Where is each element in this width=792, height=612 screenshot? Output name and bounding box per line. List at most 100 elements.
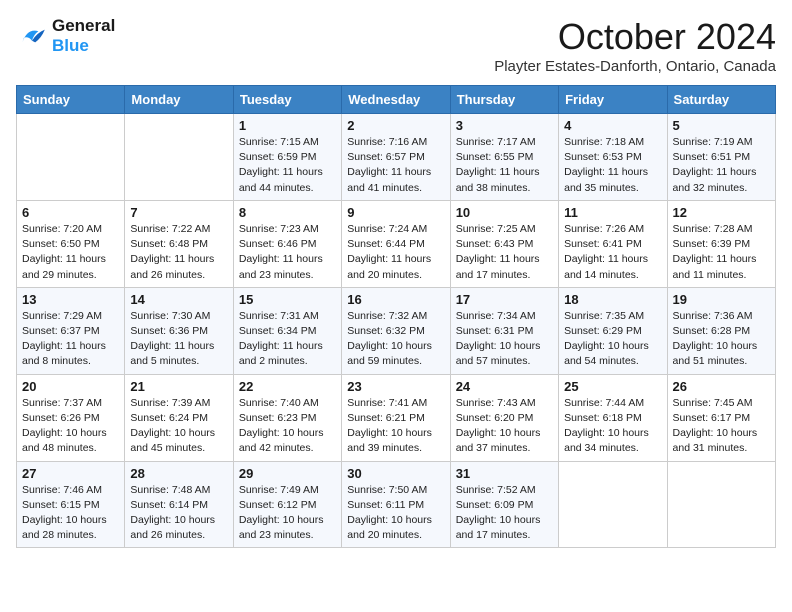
week-row-5: 27 Sunrise: 7:46 AMSunset: 6:15 PMDayligh…: [17, 461, 776, 548]
day-info: Sunrise: 7:48 AMSunset: 6:14 PMDaylight:…: [130, 483, 227, 544]
calendar-cell: [667, 461, 775, 548]
day-info: Sunrise: 7:26 AMSunset: 6:41 PMDaylight:…: [564, 222, 661, 283]
day-number: 29: [239, 466, 336, 481]
calendar-cell: 31Sunrise: 7:52 AMSunset: 6:09 PMDayligh…: [450, 461, 558, 548]
day-number: 9: [347, 205, 444, 220]
day-info: Sunrise: 7:19 AMSunset: 6:51 PMDaylight:…: [673, 135, 770, 196]
day-info: Sunrise: 7:52 AMSunset: 6:09 PMDaylight:…: [456, 483, 553, 544]
calendar-cell: 23 Sunrise: 7:41 AMSunset: 6:21 PMDayligh…: [342, 374, 450, 461]
day-info: Sunrise: 7:17 AMSunset: 6:55 PMDaylight:…: [456, 135, 553, 196]
day-info: Sunrise: 7:30 AMSunset: 6:36 PMDaylight:…: [130, 309, 227, 370]
day-info: Sunrise: 7:29 AMSunset: 6:37 PMDaylight:…: [22, 309, 119, 370]
day-info: Sunrise: 7:36 AMSunset: 6:28 PMDaylight:…: [673, 309, 770, 370]
weekday-header-row: SundayMondayTuesdayWednesdayThursdayFrid…: [17, 86, 776, 114]
calendar-cell: 8 Sunrise: 7:23 AMSunset: 6:46 PMDaylight…: [233, 200, 341, 287]
weekday-header-sunday: Sunday: [17, 86, 125, 114]
day-info: Sunrise: 7:22 AMSunset: 6:48 PMDaylight:…: [130, 222, 227, 283]
calendar-cell: [17, 114, 125, 201]
calendar-cell: 4 Sunrise: 7:18 AMSunset: 6:53 PMDaylight…: [559, 114, 667, 201]
day-number: 8: [239, 205, 336, 220]
title-block: October 2024 Playter Estates-Danforth, O…: [494, 16, 776, 75]
weekday-header-wednesday: Wednesday: [342, 86, 450, 114]
day-number: 10: [456, 205, 553, 220]
day-number: 20: [22, 379, 119, 394]
calendar-cell: 9 Sunrise: 7:24 AMSunset: 6:44 PMDaylight…: [342, 200, 450, 287]
day-info: Sunrise: 7:16 AMSunset: 6:57 PMDaylight:…: [347, 135, 444, 196]
logo-text: General Blue: [52, 16, 115, 56]
day-number: 28: [130, 466, 227, 481]
calendar-cell: 28 Sunrise: 7:48 AMSunset: 6:14 PMDayligh…: [125, 461, 233, 548]
day-info: Sunrise: 7:39 AMSunset: 6:24 PMDaylight:…: [130, 396, 227, 457]
day-info: Sunrise: 7:46 AMSunset: 6:15 PMDaylight:…: [22, 483, 119, 544]
month-title: October 2024: [494, 16, 776, 58]
calendar-cell: 12 Sunrise: 7:28 AMSunset: 6:39 PMDayligh…: [667, 200, 775, 287]
day-number: 30: [347, 466, 444, 481]
calendar-cell: 10 Sunrise: 7:25 AMSunset: 6:43 PMDayligh…: [450, 200, 558, 287]
day-number: 18: [564, 292, 661, 307]
day-number: 16: [347, 292, 444, 307]
day-number: 12: [673, 205, 770, 220]
day-number: 15: [239, 292, 336, 307]
day-number: 3: [456, 118, 553, 133]
calendar-cell: 25 Sunrise: 7:44 AMSunset: 6:18 PMDayligh…: [559, 374, 667, 461]
day-info: Sunrise: 7:43 AMSunset: 6:20 PMDaylight:…: [456, 396, 553, 457]
weekday-header-thursday: Thursday: [450, 86, 558, 114]
weekday-header-friday: Friday: [559, 86, 667, 114]
day-number: 23: [347, 379, 444, 394]
logo: General Blue: [16, 16, 115, 56]
calendar-cell: 2 Sunrise: 7:16 AMSunset: 6:57 PMDaylight…: [342, 114, 450, 201]
calendar-cell: 5 Sunrise: 7:19 AMSunset: 6:51 PMDaylight…: [667, 114, 775, 201]
day-number: 1: [239, 118, 336, 133]
weekday-header-tuesday: Tuesday: [233, 86, 341, 114]
day-info: Sunrise: 7:49 AMSunset: 6:12 PMDaylight:…: [239, 483, 336, 544]
day-info: Sunrise: 7:20 AMSunset: 6:50 PMDaylight:…: [22, 222, 119, 283]
day-info: Sunrise: 7:23 AMSunset: 6:46 PMDaylight:…: [239, 222, 336, 283]
day-number: 17: [456, 292, 553, 307]
day-number: 4: [564, 118, 661, 133]
weekday-header-saturday: Saturday: [667, 86, 775, 114]
calendar-cell: 27 Sunrise: 7:46 AMSunset: 6:15 PMDayligh…: [17, 461, 125, 548]
day-info: Sunrise: 7:25 AMSunset: 6:43 PMDaylight:…: [456, 222, 553, 283]
calendar-cell: 24 Sunrise: 7:43 AMSunset: 6:20 PMDayligh…: [450, 374, 558, 461]
day-info: Sunrise: 7:50 AMSunset: 6:11 PMDaylight:…: [347, 483, 444, 544]
day-number: 19: [673, 292, 770, 307]
day-info: Sunrise: 7:44 AMSunset: 6:18 PMDaylight:…: [564, 396, 661, 457]
calendar-table: SundayMondayTuesdayWednesdayThursdayFrid…: [16, 85, 776, 548]
day-info: Sunrise: 7:24 AMSunset: 6:44 PMDaylight:…: [347, 222, 444, 283]
day-number: 27: [22, 466, 119, 481]
calendar-cell: [559, 461, 667, 548]
calendar-cell: 3 Sunrise: 7:17 AMSunset: 6:55 PMDaylight…: [450, 114, 558, 201]
calendar-cell: 14Sunrise: 7:30 AMSunset: 6:36 PMDayligh…: [125, 287, 233, 374]
day-number: 24: [456, 379, 553, 394]
calendar-cell: 11 Sunrise: 7:26 AMSunset: 6:41 PMDayligh…: [559, 200, 667, 287]
day-number: 25: [564, 379, 661, 394]
day-number: 13: [22, 292, 119, 307]
location-subtitle: Playter Estates-Danforth, Ontario, Canad…: [494, 58, 776, 75]
week-row-3: 13 Sunrise: 7:29 AMSunset: 6:37 PMDayligh…: [17, 287, 776, 374]
weekday-header-monday: Monday: [125, 86, 233, 114]
day-info: Sunrise: 7:28 AMSunset: 6:39 PMDaylight:…: [673, 222, 770, 283]
calendar-cell: 17Sunrise: 7:34 AMSunset: 6:31 PMDayligh…: [450, 287, 558, 374]
calendar-cell: 26Sunrise: 7:45 AMSunset: 6:17 PMDayligh…: [667, 374, 775, 461]
day-number: 5: [673, 118, 770, 133]
week-row-4: 20 Sunrise: 7:37 AMSunset: 6:26 PMDayligh…: [17, 374, 776, 461]
day-number: 11: [564, 205, 661, 220]
day-number: 26: [673, 379, 770, 394]
day-info: Sunrise: 7:18 AMSunset: 6:53 PMDaylight:…: [564, 135, 661, 196]
day-number: 2: [347, 118, 444, 133]
calendar-cell: 15 Sunrise: 7:31 AMSunset: 6:34 PMDayligh…: [233, 287, 341, 374]
day-number: 7: [130, 205, 227, 220]
day-info: Sunrise: 7:31 AMSunset: 6:34 PMDaylight:…: [239, 309, 336, 370]
day-info: Sunrise: 7:41 AMSunset: 6:21 PMDaylight:…: [347, 396, 444, 457]
calendar-cell: 7 Sunrise: 7:22 AMSunset: 6:48 PMDaylight…: [125, 200, 233, 287]
day-number: 22: [239, 379, 336, 394]
calendar-cell: 1 Sunrise: 7:15 AMSunset: 6:59 PMDaylight…: [233, 114, 341, 201]
logo-icon: [16, 20, 48, 52]
calendar-cell: 20 Sunrise: 7:37 AMSunset: 6:26 PMDayligh…: [17, 374, 125, 461]
calendar-cell: [125, 114, 233, 201]
day-info: Sunrise: 7:15 AMSunset: 6:59 PMDaylight:…: [239, 135, 336, 196]
week-row-1: 1 Sunrise: 7:15 AMSunset: 6:59 PMDaylight…: [17, 114, 776, 201]
calendar-cell: 21Sunrise: 7:39 AMSunset: 6:24 PMDayligh…: [125, 374, 233, 461]
calendar-cell: 16Sunrise: 7:32 AMSunset: 6:32 PMDayligh…: [342, 287, 450, 374]
day-info: Sunrise: 7:37 AMSunset: 6:26 PMDaylight:…: [22, 396, 119, 457]
